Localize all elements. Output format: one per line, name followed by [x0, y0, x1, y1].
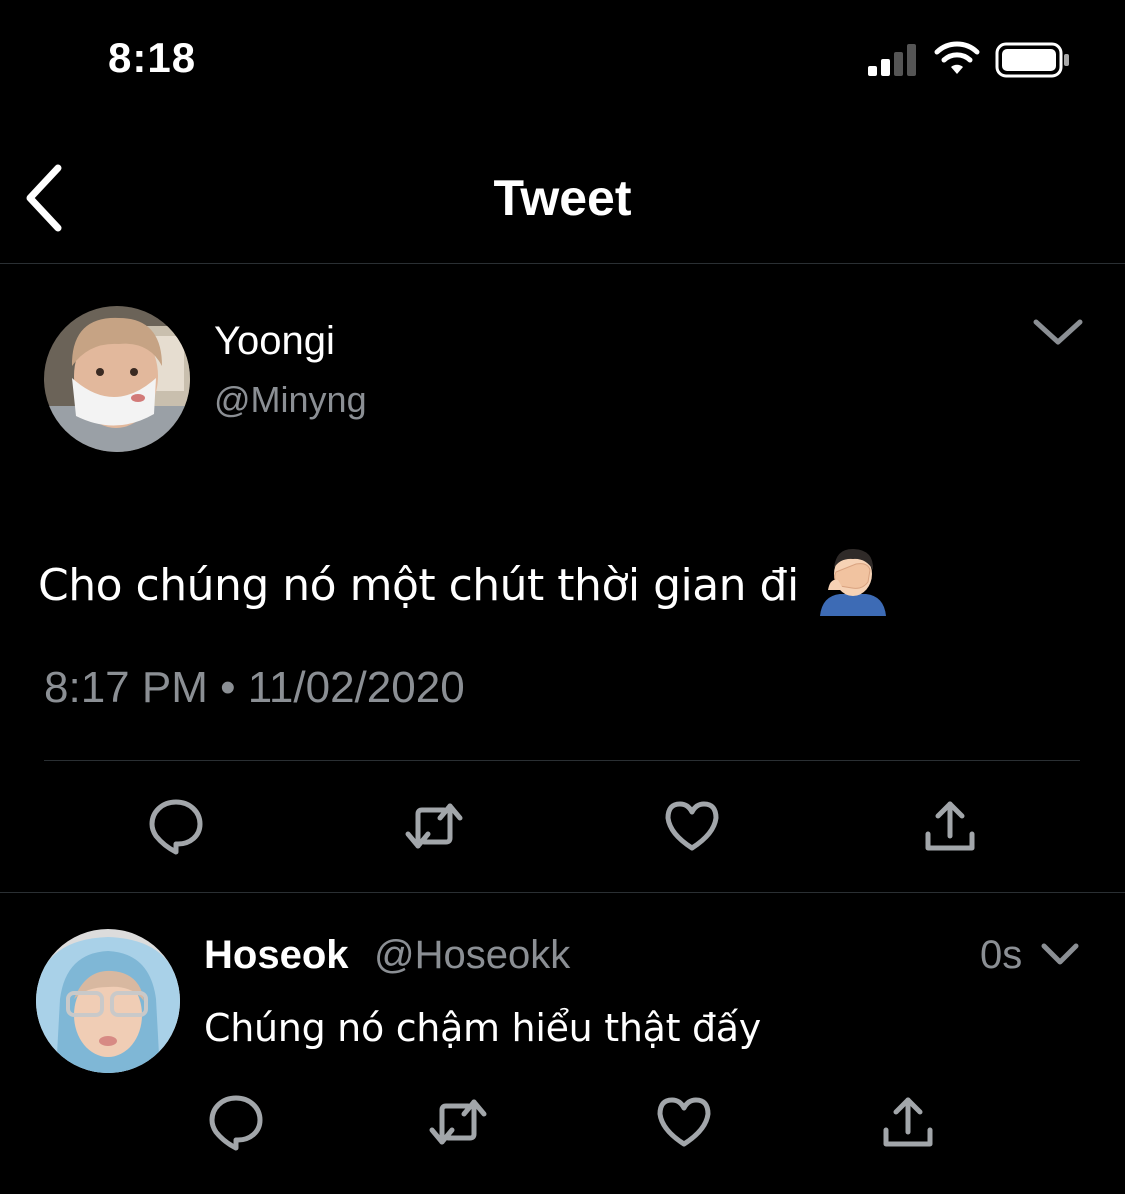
reply-timestamp: 0s [980, 933, 1023, 977]
author-name[interactable]: Yoongi [214, 316, 335, 366]
heart-icon [657, 1097, 711, 1147]
reply-like-button[interactable] [654, 1092, 714, 1152]
tweet-timestamp[interactable]: 8:17 PM • 11/02/2020 [44, 660, 465, 716]
reply-reply-button[interactable] [206, 1092, 266, 1152]
reply-share-button[interactable] [878, 1092, 938, 1152]
share-icon [925, 801, 975, 851]
header-divider [0, 263, 1125, 264]
tweet-text: Cho chúng nó một chút thời gian đi [38, 560, 799, 611]
reply-button[interactable] [146, 796, 206, 856]
status-time: 8:18 [108, 34, 197, 81]
retweet-icon [405, 803, 463, 849]
reply-text: Chúng nó chậm hiểu thật đấy [204, 1006, 761, 1050]
reply-author-avatar[interactable] [36, 929, 180, 1073]
reply-icon [209, 1095, 263, 1151]
heart-icon [665, 801, 719, 851]
share-button[interactable] [920, 796, 980, 856]
retweet-icon [429, 1099, 487, 1145]
avatar-photo-icon [44, 306, 190, 452]
tweet-divider [44, 760, 1080, 761]
avatar-photo-icon [36, 929, 180, 1073]
reply-author-name[interactable]: Hoseok [204, 930, 349, 980]
share-icon [883, 1097, 933, 1147]
author-handle[interactable]: @Minyng [214, 376, 367, 424]
battery-icon [995, 42, 1069, 78]
facepalm-emoji-icon [820, 548, 887, 616]
like-button[interactable] [662, 796, 722, 856]
page-title: Tweet [493, 170, 632, 226]
cellular-signal-icon [868, 44, 916, 76]
retweet-button[interactable] [404, 796, 464, 856]
tweet-body: Cho chúng nó một chút thời gian đi [38, 548, 890, 616]
reply-author-handle[interactable]: @Hoseokk [374, 930, 570, 980]
section-divider [0, 892, 1125, 893]
reply-retweet-button[interactable] [428, 1092, 488, 1152]
wifi-icon [934, 41, 980, 74]
author-avatar[interactable] [44, 306, 190, 452]
chevron-down-icon[interactable] [1040, 940, 1080, 970]
chevron-down-icon[interactable] [1030, 314, 1086, 350]
reply-icon [149, 799, 203, 855]
